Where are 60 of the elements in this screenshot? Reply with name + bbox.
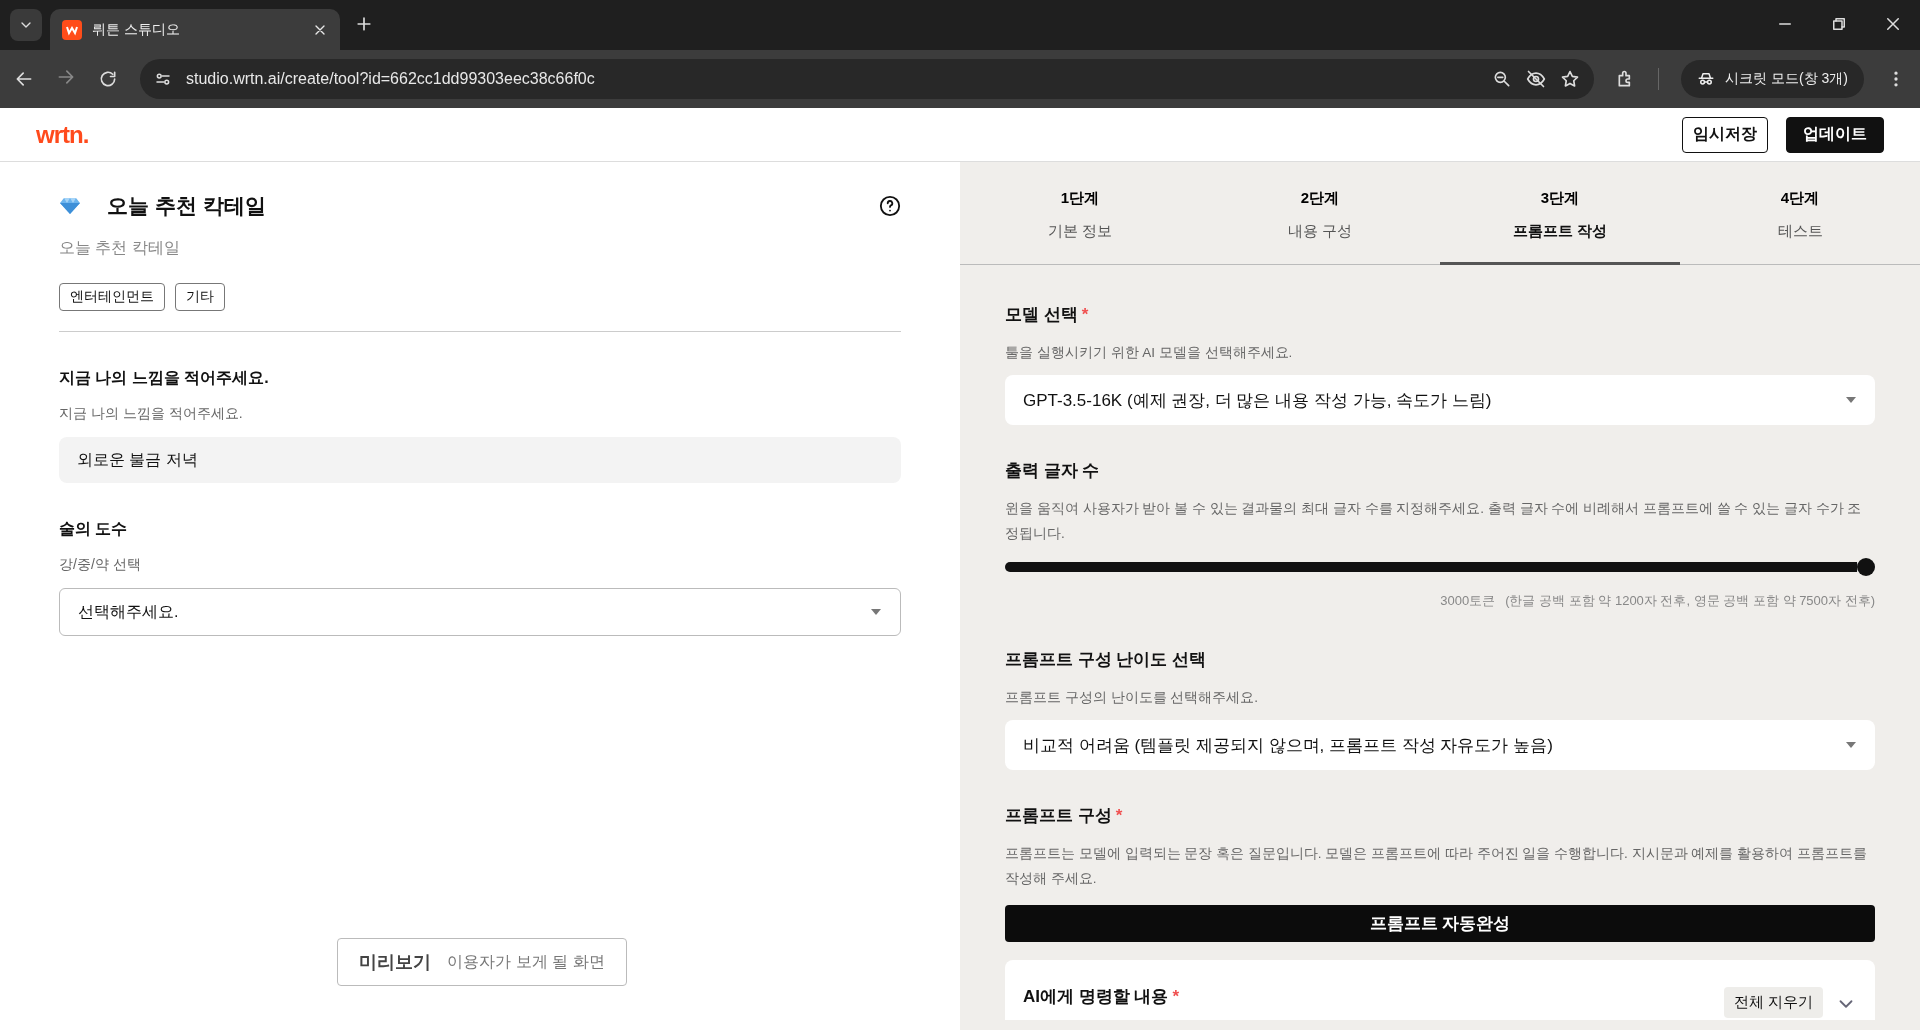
dropdown-caret-icon	[1845, 741, 1857, 749]
step-tab[interactable]: 1단계 기본 정보	[960, 162, 1200, 265]
reload-icon[interactable]	[98, 69, 118, 89]
step-tab[interactable]: 2단계 내용 구성	[1200, 162, 1440, 265]
incognito-label: 시크릿 모드(창 3개)	[1725, 70, 1848, 88]
close-icon[interactable]	[1884, 15, 1902, 33]
section-label: 모델 선택 *	[1005, 304, 1090, 326]
address-bar[interactable]: studio.wrtn.ai/create/tool?id=662cc1dd99303eec38c66f0c	[140, 59, 1595, 99]
field-label: 술의 도수	[59, 519, 129, 539]
category-tag: 엔터테인먼트	[59, 283, 165, 311]
dropdown-caret-icon	[870, 608, 882, 616]
required-mark: *	[1172, 987, 1180, 1006]
token-note: (한글 공백 포함 약 1200자 전후, 영문 공백 포함 약 7500자 전후)	[1505, 592, 1875, 610]
eye-slash-icon[interactable]	[1526, 69, 1547, 89]
section-hint: 프롬프트 구성의 난이도를 선택해주세요.	[1005, 689, 1259, 707]
gem-icon	[59, 197, 81, 215]
token-reading: 3000토큰	[1440, 592, 1496, 610]
forward-icon[interactable]	[56, 67, 76, 87]
preview-button[interactable]: 미리보기 이용자가 보게 될 화면	[337, 938, 627, 986]
section-label: 출력 글자 수	[1005, 460, 1101, 482]
browser-tab[interactable]: 뤼튼 스튜디오	[50, 9, 340, 50]
field-label: 지금 나의 느낌을 적어주세요.	[59, 368, 270, 388]
category-tag: 기타	[175, 283, 225, 311]
save-draft-button[interactable]: 임시저장	[1682, 116, 1768, 153]
difficulty-select[interactable]: 비교적 어려움 (템플릿 제공되지 않으며, 프롬프트 작성 자유도가 높음)	[1005, 720, 1875, 770]
select-value: 비교적 어려움 (템플릿 제공되지 않으며, 프롬프트 작성 자유도가 높음)	[1023, 734, 1553, 757]
section-label: 프롬프트 구성 *	[1005, 805, 1124, 827]
section-label: 프롬프트 구성 난이도 선택	[1005, 649, 1208, 671]
step-tab[interactable]: 4단계 테스트	[1680, 162, 1920, 265]
required-mark: *	[1115, 806, 1123, 825]
tool-subtitle: 오늘 추천 칵테일	[59, 238, 181, 258]
required-mark: *	[1081, 305, 1089, 324]
step-tab[interactable]: 3단계 프롬프트 작성	[1440, 162, 1680, 265]
star-icon[interactable]	[1560, 69, 1581, 89]
incognito-badge[interactable]: 시크릿 모드(창 3개)	[1681, 60, 1864, 98]
card-label: AI에게 명령할 내용 *	[1023, 986, 1180, 1008]
model-select[interactable]: GPT-3.5-16K (예제 권장, 더 많은 내용 작성 가능, 속도가 느림)	[1005, 375, 1875, 425]
tool-title: 오늘 추천 칵테일	[107, 193, 267, 219]
select-field[interactable]: 선택해주세요.	[59, 588, 901, 636]
site-settings-icon[interactable]	[154, 70, 172, 88]
select-placeholder: 선택해주세요.	[78, 601, 179, 622]
autocomplete-button[interactable]: 프롬프트 자동완성	[1005, 905, 1875, 942]
update-button[interactable]: 업데이트	[1786, 116, 1884, 153]
dropdown-caret-icon	[1845, 396, 1857, 404]
url-text: studio.wrtn.ai/create/tool?id=662cc1dd99303eec38c66f0c	[186, 70, 596, 88]
clear-all-button[interactable]: 전체 지우기	[1723, 987, 1823, 1018]
tab-search-button[interactable]	[10, 9, 42, 41]
site-favicon	[62, 19, 82, 40]
field-hint: 지금 나의 느낌을 적어주세요.	[59, 405, 244, 423]
incognito-icon	[1697, 70, 1716, 88]
text-field[interactable]: 외로운 불금 저녁	[59, 437, 901, 483]
section-hint: 프롬프트는 모델에 입력되는 문장 혹은 질문입니다. 모델은 프롬프트에 따라 주어진 일을 수행합니다. 지시문과 예제를 활용하여 프롬프트를 작성해 주세요.	[1005, 845, 1868, 888]
select-value: GPT-3.5-16K (예제 권장, 더 많은 내용 작성 가능, 속도가 느림)	[1023, 389, 1492, 412]
tab-title: 뤼튼 스튜디오	[92, 20, 181, 39]
field-hint: 강/중/약 선택	[59, 556, 142, 574]
back-icon[interactable]	[14, 69, 34, 89]
restore-icon[interactable]	[1830, 15, 1848, 33]
help-icon[interactable]	[879, 195, 901, 217]
section-hint: 윈을 움직여 사용자가 받아 볼 수 있는 결과물의 최대 글자 수를 지정해주세요. 출력 글자 수에 비례해서 프롬프트에 쓸 수 있는 글자 수가 조정됩니다.	[1005, 500, 1863, 543]
section-hint: 툴을 실행시키기 위한 AI 모델을 선택해주세요.	[1005, 344, 1294, 362]
